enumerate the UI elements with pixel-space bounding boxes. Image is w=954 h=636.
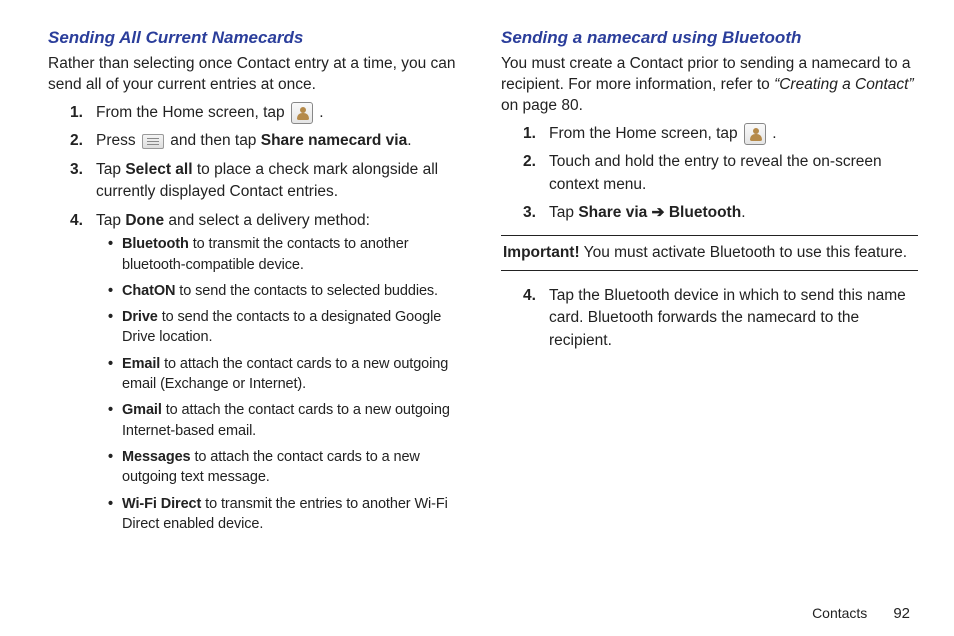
bullet-bold: Bluetooth	[122, 236, 189, 252]
list-item: Bluetooth to transmit the contacts to an…	[108, 234, 465, 275]
step-number: 2.	[70, 130, 96, 152]
step-body: Press and then tap Share namecard via.	[96, 130, 465, 152]
step-body: From the Home screen, tap .	[549, 123, 918, 146]
list-item: Wi-Fi Direct to transmit the entries to …	[108, 494, 465, 535]
bullet-text: to attach the contact cards to a new out…	[122, 402, 450, 438]
step-body: Tap Select all to place a check mark alo…	[96, 159, 465, 204]
step-text: Tap	[549, 204, 578, 221]
important-text: You must activate Bluetooth to use this …	[580, 244, 907, 261]
right-step-3: 3. Tap Share via ➔ Bluetooth.	[523, 202, 918, 224]
right-steps-cont: 4. Tap the Bluetooth device in which to …	[501, 285, 918, 352]
left-column: Sending All Current Namecards Rather tha…	[48, 28, 465, 546]
contacts-icon	[744, 123, 766, 145]
right-step-4: 4. Tap the Bluetooth device in which to …	[523, 285, 918, 352]
bullet-bold: Messages	[122, 449, 191, 465]
step-body: From the Home screen, tap .	[96, 102, 465, 125]
step-body: Tap Done and select a delivery method: B…	[96, 210, 465, 540]
bold-text: Share via	[578, 204, 647, 221]
bullet-bold: Email	[122, 356, 160, 372]
step-text-post: .	[741, 204, 745, 221]
footer-page-number: 92	[893, 605, 910, 622]
bold-text: Share namecard via	[261, 132, 407, 149]
left-step-4: 4. Tap Done and select a delivery method…	[70, 210, 465, 540]
bold-text: Done	[125, 212, 164, 229]
list-item: Email to attach the contact cards to a n…	[108, 354, 465, 395]
bullet-bold: Drive	[122, 309, 158, 325]
left-step-3: 3. Tap Select all to place a check mark …	[70, 159, 465, 204]
right-step-2: 2. Touch and hold the entry to reveal th…	[523, 151, 918, 196]
important-note: Important! You must activate Bluetooth t…	[501, 235, 918, 271]
right-steps: 1. From the Home screen, tap . 2. Touch …	[501, 123, 918, 225]
list-item: Messages to attach the contact cards to …	[108, 447, 465, 488]
right-intro: You must create a Contact prior to sendi…	[501, 54, 918, 117]
step-body: Tap Share via ➔ Bluetooth.	[549, 202, 918, 224]
step-text-post: .	[768, 125, 777, 142]
arrow-text: ➔	[647, 204, 669, 221]
intro-text-post: on page 80.	[501, 97, 583, 114]
step-text: Press	[96, 132, 140, 149]
bullet-bold: Wi-Fi Direct	[122, 496, 201, 512]
step-number: 4.	[523, 285, 549, 352]
left-heading: Sending All Current Namecards	[48, 28, 465, 48]
bullet-text: to attach the contact cards to a new out…	[122, 356, 448, 392]
step-text: Tap	[96, 212, 125, 229]
left-step-2: 2. Press and then tap Share namecard via…	[70, 130, 465, 152]
bullet-bold: ChatON	[122, 283, 175, 299]
bold-text: Select all	[125, 161, 192, 178]
left-step-1: 1. From the Home screen, tap .	[70, 102, 465, 125]
step-text: From the Home screen, tap	[549, 125, 742, 142]
step-text-post: and select a delivery method:	[164, 212, 370, 229]
left-steps: 1. From the Home screen, tap . 2. Press …	[48, 102, 465, 540]
step-number: 4.	[70, 210, 96, 540]
left-intro: Rather than selecting once Contact entry…	[48, 54, 465, 96]
step-text: Tap	[96, 161, 125, 178]
step-text-mid: and then tap	[166, 132, 261, 149]
menu-icon	[142, 134, 164, 149]
step-number: 3.	[523, 202, 549, 224]
step-body: Tap the Bluetooth device in which to sen…	[549, 285, 918, 352]
right-step-1: 1. From the Home screen, tap .	[523, 123, 918, 146]
step-number: 1.	[523, 123, 549, 146]
step-text-post: .	[315, 104, 324, 121]
step-number: 1.	[70, 102, 96, 125]
bullet-bold: Gmail	[122, 402, 162, 418]
contacts-icon	[291, 102, 313, 124]
bullet-text: to send the contacts to selected buddies…	[175, 283, 438, 299]
bold-text: Bluetooth	[669, 204, 741, 221]
footer-section: Contacts	[812, 605, 867, 621]
important-label: Important!	[503, 244, 580, 261]
list-item: Drive to send the contacts to a designat…	[108, 307, 465, 348]
list-item: Gmail to attach the contact cards to a n…	[108, 400, 465, 441]
delivery-methods-list: Bluetooth to transmit the contacts to an…	[96, 234, 465, 534]
right-heading: Sending a namecard using Bluetooth	[501, 28, 918, 48]
bullet-text: to send the contacts to a designated Goo…	[122, 309, 441, 345]
step-text: From the Home screen, tap	[96, 104, 289, 121]
step-body: Touch and hold the entry to reveal the o…	[549, 151, 918, 196]
step-text-post: .	[407, 132, 411, 149]
page-columns: Sending All Current Namecards Rather tha…	[48, 28, 918, 546]
page-footer: Contacts 92	[812, 605, 910, 622]
step-number: 2.	[523, 151, 549, 196]
step-number: 3.	[70, 159, 96, 204]
list-item: ChatON to send the contacts to selected …	[108, 281, 465, 301]
intro-reference: “Creating a Contact”	[774, 76, 914, 93]
right-column: Sending a namecard using Bluetooth You m…	[501, 28, 918, 546]
